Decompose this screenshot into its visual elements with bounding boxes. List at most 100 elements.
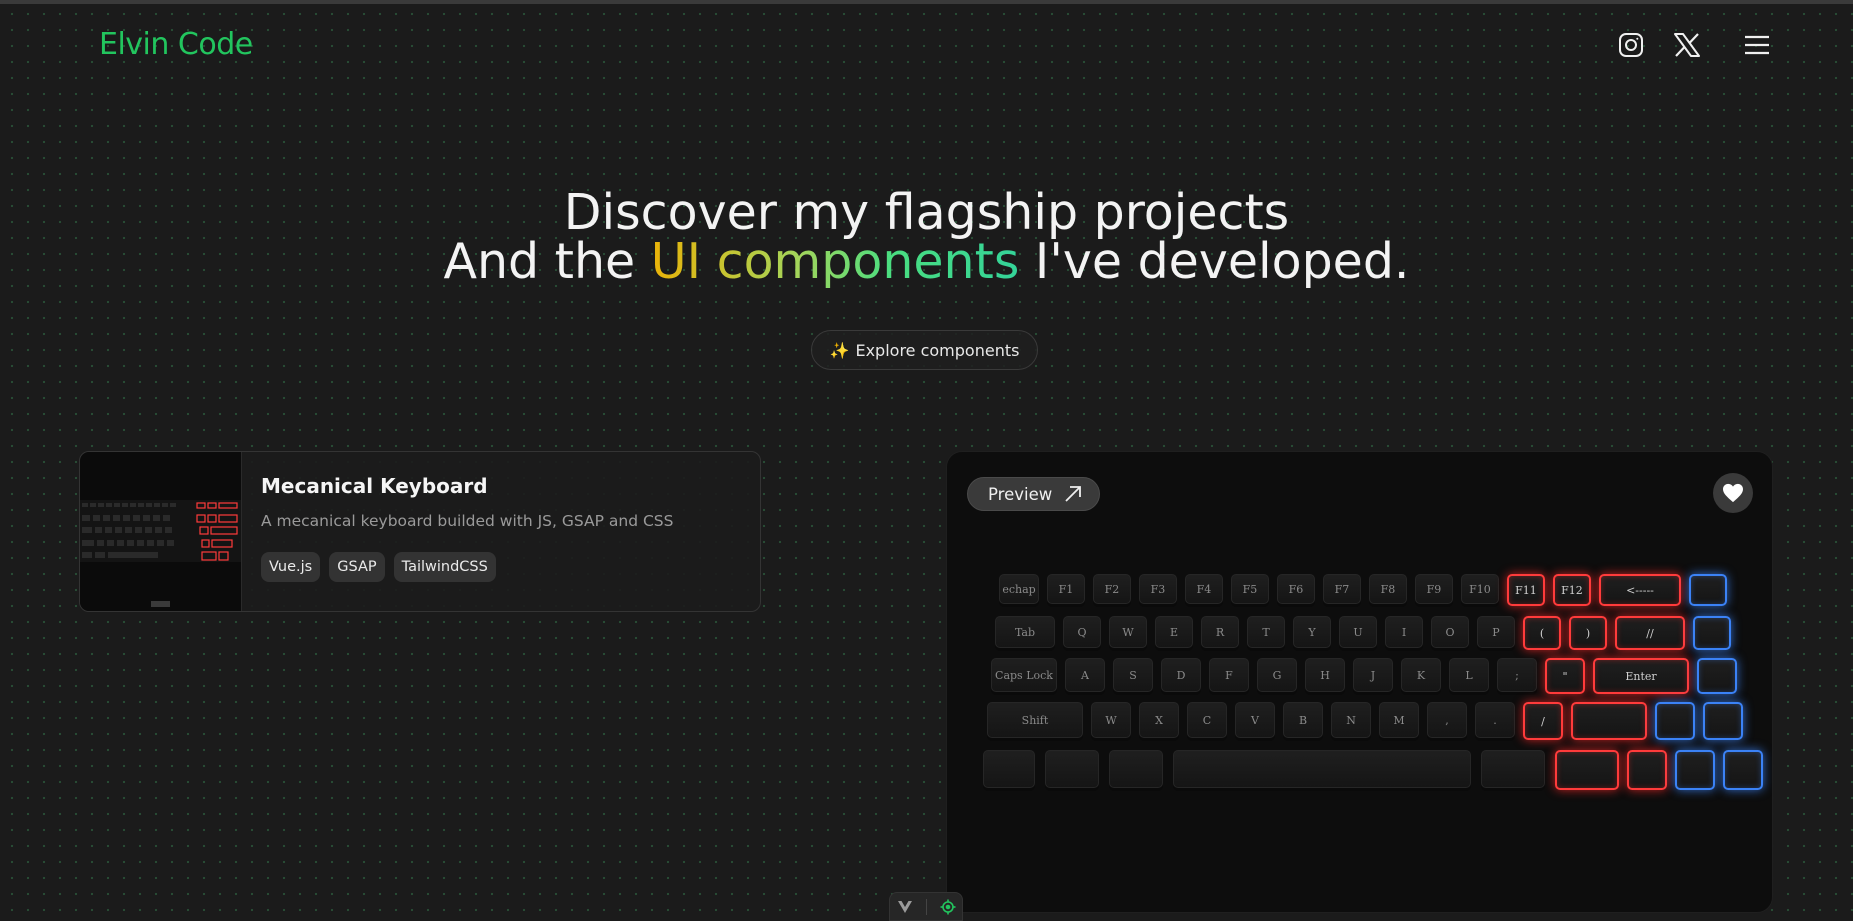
key-comma[interactable]: , [1427,702,1467,738]
key-f9[interactable]: F9 [1415,574,1453,604]
hero-heading: Discover my flagship projects And the UI… [0,188,1853,286]
hero-highlight: UI components [650,233,1020,290]
key-e[interactable]: E [1155,616,1193,648]
key-g[interactable]: G [1257,658,1297,692]
key-ctrl[interactable] [983,750,1035,788]
key-l[interactable]: L [1449,658,1489,692]
key-blue-2[interactable] [1693,616,1731,650]
project-title: Mecanical Keyboard [261,474,488,498]
key-slash[interactable]: / [1523,702,1563,740]
heart-icon [1723,483,1743,503]
header-nav [0,28,1853,62]
key-backspace[interactable]: <----- [1599,574,1681,606]
key-y[interactable]: Y [1293,616,1331,648]
key-period[interactable]: . [1475,702,1515,738]
key-paren-open[interactable]: ( [1523,616,1561,650]
key-f8[interactable]: F8 [1369,574,1407,604]
key-v[interactable]: V [1235,702,1275,738]
favorite-button[interactable] [1713,473,1753,513]
mechanical-keyboard: echap F1 F2 F3 F4 F5 F6 F7 F8 F9 F10 F11… [963,558,1763,798]
instagram-icon[interactable] [1614,28,1648,62]
key-space[interactable] [1173,750,1471,788]
key-blue-7[interactable] [1723,750,1763,790]
key-quote[interactable]: " [1545,658,1585,694]
project-description: A mecanical keyboard builded with JS, GS… [261,512,674,530]
key-p[interactable]: P [1477,616,1515,648]
preview-panel: Preview echap F1 F2 F3 F4 F5 F6 F7 F8 F9… [946,451,1773,913]
key-red-wide[interactable] [1571,702,1647,740]
hero-line-2: And the UI components I've developed. [0,237,1853,286]
hero-line-2-start: And the [443,233,651,290]
tag-gsap: GSAP [329,552,385,582]
key-f11[interactable]: F11 [1507,574,1545,606]
key-alt-gr[interactable] [1481,750,1545,788]
key-o[interactable]: O [1431,616,1469,648]
tag-tailwindcss: TailwindCSS [393,552,496,582]
explore-components-label: Explore components [855,340,1020,360]
key-f6[interactable]: F6 [1277,574,1315,604]
key-fn[interactable] [1045,750,1099,788]
key-d[interactable]: D [1161,658,1201,692]
preview-button[interactable]: Preview [967,477,1100,511]
key-b[interactable]: B [1283,702,1323,738]
menu-icon[interactable] [1740,28,1774,62]
hero-line-1: Discover my flagship projects [563,184,1290,241]
preview-label: Preview [988,484,1053,504]
key-f5[interactable]: F5 [1231,574,1269,604]
key-f[interactable]: F [1209,658,1249,692]
key-caps-lock[interactable]: Caps Lock [991,658,1057,692]
key-t[interactable]: T [1247,616,1285,648]
key-f2[interactable]: F2 [1093,574,1131,604]
key-double-slash[interactable]: // [1615,616,1685,650]
devtools-toolbar [889,892,963,921]
target-icon[interactable] [940,899,956,915]
toolbar-divider [925,898,927,915]
key-m[interactable]: M [1379,702,1419,738]
key-semicolon[interactable]: ; [1497,658,1537,692]
key-q[interactable]: Q [1063,616,1101,648]
key-r[interactable]: R [1201,616,1239,648]
key-s[interactable]: S [1113,658,1153,692]
key-f7[interactable]: F7 [1323,574,1361,604]
project-thumbnail [80,452,242,611]
hero-line-2-end: I've developed. [1019,233,1410,290]
key-f4[interactable]: F4 [1185,574,1223,604]
key-w2[interactable]: W [1091,702,1131,738]
key-n[interactable]: N [1331,702,1371,738]
key-u[interactable]: U [1339,616,1377,648]
key-echap[interactable]: echap [999,574,1039,604]
key-paren-close[interactable]: ) [1569,616,1607,650]
key-c[interactable]: C [1187,702,1227,738]
key-a[interactable]: A [1065,658,1105,692]
key-h[interactable]: H [1305,658,1345,692]
key-k[interactable]: K [1401,658,1441,692]
top-border [0,0,1853,4]
key-x[interactable]: X [1139,702,1179,738]
explore-components-button[interactable]: ✨ Explore components [811,330,1038,370]
key-blue-6[interactable] [1675,750,1715,790]
sparkles-icon: ✨ [829,340,850,360]
tag-vuejs: Vue.js [261,552,321,582]
key-j[interactable]: J [1353,658,1393,692]
x-twitter-icon[interactable] [1670,28,1704,62]
key-red-bottom-1[interactable] [1555,750,1619,790]
key-shift[interactable]: Shift [987,702,1083,738]
key-blue-4[interactable] [1655,702,1695,740]
key-f10[interactable]: F10 [1461,574,1499,604]
arrow-up-right-icon [1065,486,1082,502]
key-f1[interactable]: F1 [1047,574,1085,604]
key-blue-5[interactable] [1703,702,1743,740]
key-tab[interactable]: Tab [995,616,1055,648]
key-f3[interactable]: F3 [1139,574,1177,604]
key-i[interactable]: I [1385,616,1423,648]
key-blue-3[interactable] [1697,658,1737,694]
key-red-bottom-2[interactable] [1627,750,1667,790]
key-w[interactable]: W [1109,616,1147,648]
key-enter[interactable]: Enter [1593,658,1689,694]
key-f12[interactable]: F12 [1553,574,1591,606]
vue-icon[interactable] [897,900,913,914]
key-blue-1[interactable] [1689,574,1727,606]
project-card[interactable]: Mecanical Keyboard A mecanical keyboard … [79,451,761,612]
project-tags: Vue.js GSAP TailwindCSS [261,552,496,582]
key-alt[interactable] [1109,750,1163,788]
